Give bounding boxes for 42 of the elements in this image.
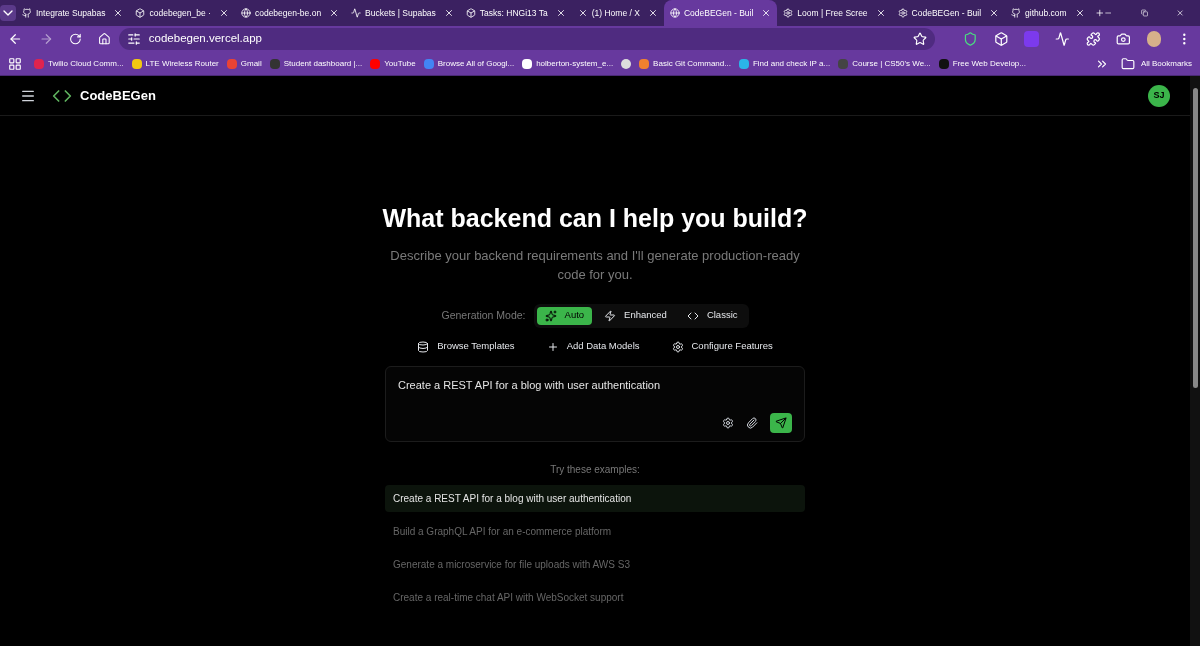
bookmark[interactable]: Find and check IP a... (738, 57, 831, 70)
prompt-box[interactable]: Create a REST API for a blog with user authentication (385, 365, 805, 442)
bookmark[interactable]: Course | CS50's We... (838, 57, 931, 70)
bookmark[interactable]: Browse All of Googl... (423, 57, 515, 70)
browser-tab[interactable]: codebegen_be · (129, 0, 235, 26)
bookmark[interactable]: holberton-system_e... (522, 57, 614, 70)
bookmark[interactable]: YouTube (370, 57, 416, 70)
example-item[interactable]: Create a real-time chat API with WebSocket support (385, 583, 805, 611)
browser-tab[interactable]: CodeBEGen - Buil (891, 0, 1006, 26)
page-subtitle: Describe your backend requirements and I'll generate production-ready code for you. (389, 246, 801, 284)
bookmark[interactable]: Free Web Develop... (938, 57, 1026, 70)
url-text: codebegen.vercel.app (148, 31, 263, 47)
browser-tab[interactable]: github.com (1005, 0, 1091, 26)
browser-tab[interactable]: Integrate Supabas (16, 0, 130, 26)
prompt-text: Create a REST API for a blog with user authentication (398, 377, 662, 393)
action-button[interactable]: Configure Features (663, 335, 781, 358)
bookmark[interactable]: Basic Git Command... (639, 57, 731, 70)
browser-tab[interactable]: codebegen-be.on (234, 0, 346, 26)
all-bookmarks[interactable]: All Bookmarks (1120, 56, 1192, 71)
bookmark[interactable]: Student dashboard |... (269, 57, 363, 70)
action-button[interactable]: Browse Templates (409, 335, 523, 358)
example-item[interactable]: Build a GraphQL API for an e-commerce platform (385, 517, 805, 545)
brand-name: CodeBEGen (80, 86, 156, 105)
bookmark[interactable]: LTE Wireless Router (131, 57, 219, 70)
mode-tab[interactable]: Classic (678, 306, 746, 325)
mode-tab[interactable]: Auto (536, 306, 593, 325)
bookmark[interactable]: Twilio Cloud Comm... (34, 57, 124, 70)
browser-tab[interactable]: (1) Home / X (571, 0, 664, 26)
browser-tab[interactable]: Loom | Free Scree (777, 0, 892, 26)
browser-tab[interactable]: Tasks: HNGi13 Ta (459, 0, 572, 26)
example-item[interactable]: Create a REST API for a blog with user authentication (385, 484, 805, 512)
examples-title: Try these examples: (550, 462, 640, 477)
example-item[interactable]: Generate a microservice for file uploads with AWS S3 (385, 550, 805, 578)
mode-label: Generation Mode: (441, 307, 526, 323)
page-heading: What backend can I help you build? (382, 203, 808, 234)
address-bar[interactable]: codebegen.vercel.app (118, 28, 936, 50)
mode-tab[interactable]: Enhanced (596, 306, 675, 325)
action-button[interactable]: Add Data Models (538, 335, 648, 358)
browser-tab[interactable]: CodeBEGen - Buil (663, 0, 778, 26)
user-avatar[interactable]: SJ (1148, 84, 1170, 107)
bookmark[interactable]: Gmail (226, 57, 262, 70)
browser-tab[interactable]: Buckets | Supabas (345, 0, 460, 26)
